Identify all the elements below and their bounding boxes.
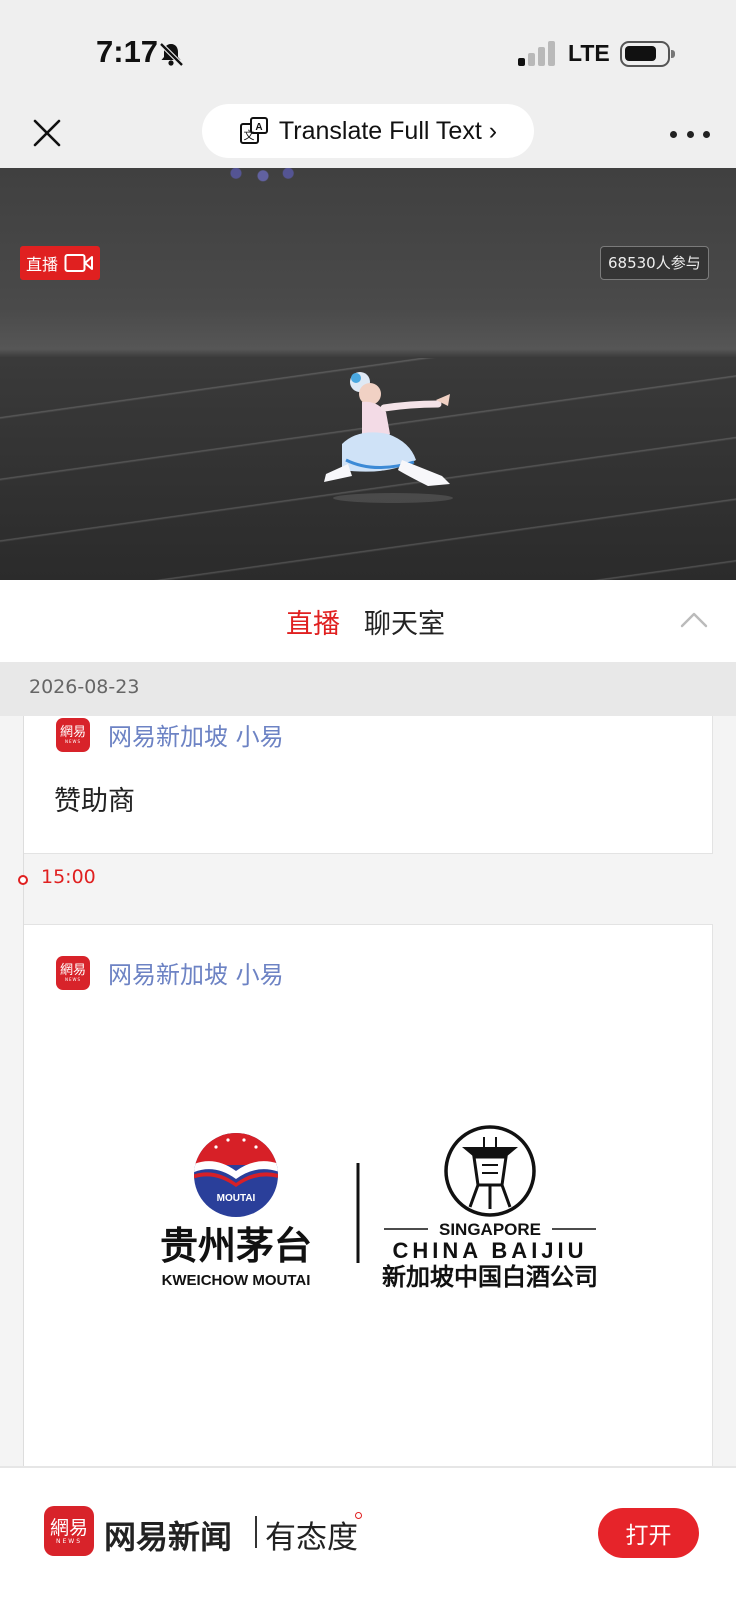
stage-lights bbox=[218, 168, 308, 194]
timeline-dot bbox=[18, 875, 28, 885]
app-screen: 7:17 LTE A 文 Translate Full Text › 直播 68… bbox=[0, 0, 736, 1600]
post-author[interactable]: 網易 NEWS 网易新加坡 小易 bbox=[56, 955, 284, 990]
baijiu-cn-text: 新加坡中国白酒公司 bbox=[382, 1263, 598, 1291]
network-type: LTE bbox=[568, 40, 610, 66]
app-slogan: 有态度 bbox=[265, 1520, 358, 1556]
tab-bar: 直播 聊天室 bbox=[0, 580, 736, 662]
bell-muted-icon bbox=[159, 42, 184, 67]
battery-icon bbox=[620, 41, 675, 67]
svg-text:A: A bbox=[255, 122, 262, 133]
live-feed[interactable]: 網易 NEWS 网易新加坡 小易 赞助商 15:00 網易 NEWS 网易新加坡… bbox=[0, 716, 736, 1466]
close-icon[interactable] bbox=[30, 116, 64, 150]
feed-post: 網易 NEWS 网易新加坡 小易 MOUTAI 贵州茅台 KWEICHOW MO… bbox=[24, 924, 713, 1466]
post-author[interactable]: 網易 NEWS 网易新加坡 小易 bbox=[56, 717, 284, 752]
moutai-badge-text: MOUTAI bbox=[217, 1193, 256, 1204]
status-time: 7:17 bbox=[96, 34, 159, 69]
live-badge-label: 直播 bbox=[26, 255, 59, 274]
status-bar: 7:17 LTE bbox=[0, 0, 736, 104]
post-time: 15:00 bbox=[41, 866, 96, 888]
app-download-banner: 網易 NEWS 网易新闻 有态度 打开 bbox=[0, 1466, 736, 1600]
dancer-figure bbox=[324, 372, 453, 503]
timeline-time-marker: 15:00 bbox=[0, 864, 200, 894]
tab-live[interactable]: 直播 bbox=[286, 602, 340, 641]
app-name: 网易新闻 bbox=[104, 1518, 233, 1556]
translate-full-text-button[interactable]: A 文 Translate Full Text › bbox=[202, 104, 534, 158]
moutai-en-text: KWEICHOW MOUTAI bbox=[162, 1272, 311, 1289]
chevron-up-icon[interactable] bbox=[678, 606, 710, 632]
translate-icon: A 文 bbox=[239, 117, 268, 144]
tab-chatroom[interactable]: 聊天室 bbox=[364, 602, 445, 641]
slogan-dot bbox=[355, 1512, 362, 1519]
more-options-icon[interactable] bbox=[670, 124, 710, 144]
feed-post: 網易 NEWS 网易新加坡 小易 赞助商 bbox=[24, 716, 713, 854]
moutai-logo: MOUTAI 贵州茅台 KWEICHOW MOUTAI bbox=[160, 1133, 312, 1289]
post-text: 赞助商 bbox=[54, 786, 135, 817]
video-camera-icon bbox=[64, 254, 94, 272]
live-video-player[interactable]: 直播 68530人参与 bbox=[0, 168, 736, 580]
open-app-button[interactable]: 打开 bbox=[598, 1508, 699, 1558]
viewer-count: 68530人参与 bbox=[600, 246, 709, 280]
author-avatar: 網易 NEWS bbox=[56, 717, 90, 752]
author-avatar: 網易 NEWS bbox=[56, 955, 90, 990]
baijiu-singapore-text: SINGAPORE bbox=[439, 1220, 541, 1239]
baijiu-en-text: CHINA BAIJIU bbox=[392, 1238, 587, 1263]
author-name: 网易新加坡 小易 bbox=[108, 723, 284, 751]
translate-label: Translate Full Text › bbox=[278, 116, 498, 145]
brand-divider bbox=[255, 1516, 257, 1548]
signal-icon bbox=[518, 40, 556, 66]
netease-news-logo: 網易 NEWS bbox=[44, 1506, 94, 1556]
date-label: 2026-08-23 bbox=[29, 676, 140, 698]
china-baijiu-logo: SINGAPORE CHINA BAIJIU 新加坡中国白酒公司 bbox=[382, 1125, 598, 1291]
date-header: 2026-08-23 bbox=[0, 662, 736, 716]
author-name: 网易新加坡 小易 bbox=[108, 961, 284, 989]
live-badge: 直播 bbox=[20, 246, 100, 280]
sponsor-logos-image[interactable]: MOUTAI 贵州茅台 KWEICHOW MOUTAI SINGAPORE CH… bbox=[144, 1125, 614, 1305]
top-nav: A 文 Translate Full Text › bbox=[0, 104, 736, 168]
moutai-cn-text: 贵州茅台 bbox=[160, 1223, 312, 1268]
svg-text:文: 文 bbox=[243, 128, 254, 142]
